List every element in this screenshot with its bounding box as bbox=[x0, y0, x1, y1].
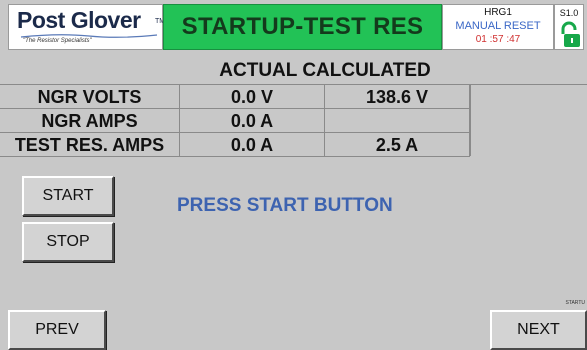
security-panel[interactable]: S1.0 bbox=[554, 4, 584, 50]
row-label: NGR VOLTS bbox=[0, 85, 180, 109]
actual-value: 0.0 A bbox=[180, 133, 325, 157]
device-name: HRG1 bbox=[484, 7, 512, 18]
start-button[interactable]: START bbox=[22, 176, 114, 216]
status-message: PRESS START BUTTON bbox=[177, 195, 393, 216]
prev-button[interactable]: PREV bbox=[8, 310, 106, 350]
reset-mode: MANUAL RESET bbox=[455, 20, 541, 32]
logo-tagline: "The Resistor Specialists" bbox=[23, 38, 92, 44]
status-panel: HRG1 MANUAL RESET 01 :57 :47 bbox=[442, 4, 554, 50]
post-glover-logo: Post Glover TM "The Resistor Specialists… bbox=[8, 4, 165, 50]
stop-button[interactable]: STOP bbox=[22, 222, 114, 262]
column-header-calculated: CALCULATED bbox=[302, 60, 431, 81]
next-button[interactable]: NEXT bbox=[490, 310, 587, 350]
column-header-actual: ACTUAL bbox=[219, 60, 298, 81]
table-header: ACTUAL CALCULATED bbox=[175, 58, 475, 84]
screen-title: STARTUP-TEST RES bbox=[181, 13, 424, 40]
row-label: NGR AMPS bbox=[0, 109, 180, 133]
actual-value: 0.0 A bbox=[180, 109, 325, 133]
logo-text: Post Glover bbox=[17, 7, 141, 33]
unlocked-padlock-icon[interactable] bbox=[558, 21, 582, 49]
actual-value: 0.0 V bbox=[180, 85, 325, 109]
table-right-divider bbox=[470, 84, 471, 156]
screen-title-bar: STARTUP-TEST RES bbox=[163, 4, 442, 50]
calculated-value bbox=[325, 109, 470, 133]
version-label: S1.0 bbox=[559, 8, 579, 18]
row-label: TEST RES. AMPS bbox=[0, 133, 180, 157]
calculated-value: 138.6 V bbox=[325, 85, 470, 109]
calculated-value: 2.5 A bbox=[325, 133, 470, 157]
readings-table: NGR VOLTS 0.0 V 138.6 V NGR AMPS 0.0 A T… bbox=[0, 84, 587, 164]
timer-display: 01 :57 :47 bbox=[475, 34, 521, 45]
screen-id-label: STARTU bbox=[565, 300, 585, 306]
